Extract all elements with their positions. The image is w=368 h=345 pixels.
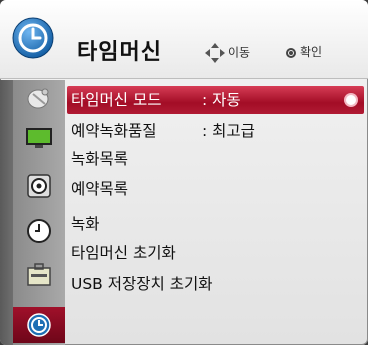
navigation-arrows-icon (205, 43, 225, 63)
menu-item-recording-list[interactable]: 녹화목록 (67, 145, 364, 173)
move-hint: 이동 (204, 42, 250, 64)
ok-button-icon (286, 48, 296, 58)
menu-item-label: 예약목록 (71, 180, 129, 198)
selected-radio-icon (346, 95, 356, 105)
menu-item-label: 녹화목록 (71, 150, 129, 168)
sidebar-item-setup[interactable] (13, 257, 65, 293)
ok-hint: 확인 (286, 43, 322, 60)
menu-item-label: 타임머신 모드 (71, 91, 162, 109)
menu-item-label: 타임머신 초기화 (71, 244, 176, 262)
sidebar-item-audio[interactable] (13, 168, 65, 204)
menu-item-value: : 자동 (202, 91, 241, 109)
ok-hint-label: 확인 (300, 45, 323, 59)
menu-item-timemachine-mode[interactable]: 타임머신 모드 : 자동 (67, 86, 364, 114)
panel-frame (0, 80, 13, 345)
menu-item-record[interactable]: 녹화 (67, 210, 364, 238)
sidebar-item-time[interactable] (13, 213, 65, 249)
menu-item-value: : 최고급 (202, 122, 255, 140)
menu-item-label: 예약녹화품질 (71, 122, 157, 140)
page-title: 타임머신 (77, 40, 162, 65)
timemachine-menu-panel: 타임머신 이동 확인 타임머신 모드: 자동 예약녹화품질: 최고급 녹화목… (0, 0, 368, 345)
sidebar-item-channel[interactable] (13, 80, 65, 116)
timemachine-clock-icon (12, 17, 54, 59)
menu-item-label: 녹화 (71, 215, 100, 233)
menu-item-timemachine-reset[interactable]: 타임머신 초기화 (67, 239, 364, 267)
menu-item-usb-format[interactable]: USB 저장장치 초기화 (67, 270, 364, 298)
category-sidebar (13, 80, 65, 345)
move-hint-label: 이동 (228, 45, 251, 60)
menu-item-schedule-list[interactable]: 예약목록 (67, 175, 364, 203)
sidebar-item-timemachine[interactable] (13, 307, 65, 343)
menu-item-recording-quality[interactable]: 예약녹화품질 : 최고급 (67, 117, 364, 145)
tv-screen-icon (26, 128, 52, 148)
satellite-dish-icon (27, 88, 49, 109)
menu-item-label: USB 저장장치 초기화 (71, 275, 213, 293)
menu-header: 타임머신 이동 확인 (0, 0, 368, 79)
timemachine-icon (27, 313, 51, 337)
speaker-icon (27, 174, 51, 198)
toolbox-icon (27, 263, 51, 286)
clock-icon (27, 219, 51, 243)
sidebar-item-picture[interactable] (13, 120, 65, 156)
